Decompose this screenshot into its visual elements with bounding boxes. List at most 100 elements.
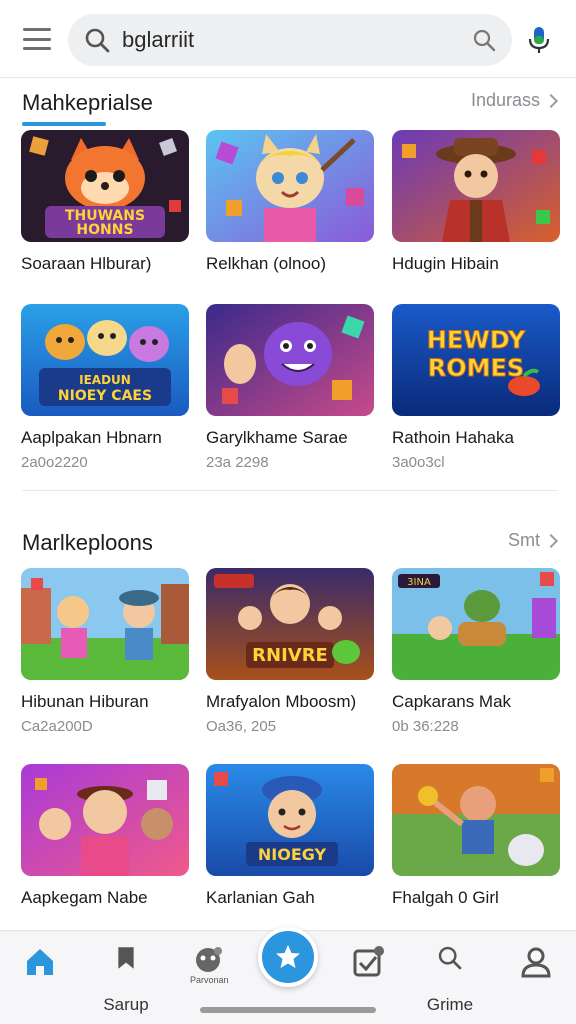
menu-button[interactable] [20,24,54,54]
friends-game-art [21,764,189,876]
game-card[interactable]: Fhalgah 0 Girl [392,764,560,908]
section-more-label: Smt [507,530,540,550]
game-card[interactable]: Relkhan (olnoo) [206,130,374,274]
game-title: Hibunan Hiburan [21,692,149,711]
art-subtitle: HONNS [76,222,133,238]
game-title: Rathoin Hahaka [392,428,514,447]
game-title: Capkarans Mak [392,692,512,711]
menu-icon-line [23,37,51,41]
home-icon [27,949,53,975]
chevron-right-icon [543,533,559,548]
game-title: Fhalgah 0 Girl [392,888,499,907]
game-thumbnail [392,764,560,876]
art-subtitle: NIOEY CAES [58,388,152,404]
art-subtitle: ROMES [428,354,524,382]
nav-item-home[interactable] [10,939,70,1015]
game-thumbnail: NIOEGY [206,764,374,876]
chevron-right-icon [543,93,559,108]
game-card[interactable]: Hibunan Hiburan Ca2a200D [21,568,189,735]
search-icon [85,28,110,53]
game-card[interactable]: RNIVRE Mrafyalon Mboosm) Oa36, 205 [206,568,374,735]
game-thumbnail [21,764,189,876]
game-meta: 0b 36:228 [392,718,459,735]
bookmark-icon [118,947,134,969]
nav-item-bookmark[interactable]: Sarup [96,939,156,1015]
menu-icon-line [23,47,51,50]
search-icon [438,946,462,970]
home-indicator [200,1007,376,1013]
cat-game-art [206,130,374,242]
app-screen: Mahkeprialse Indurass [0,0,576,1024]
game-card[interactable]: Aapkegam Nabe [21,764,189,908]
section-title-underline [22,122,106,126]
heroes-game-art: RNIVRE [206,568,374,680]
game-meta: 3a0o3cl [392,454,445,471]
game-title: Aaplpakan Hbnarn [21,428,162,447]
game-meta: Oa36, 205 [206,718,277,735]
star-icon [276,945,300,968]
top-bar [0,0,576,78]
game-meta: Ca2a200D [21,718,93,735]
art-title: NIOEGY [258,845,327,864]
game-thumbnail: 3INA [392,568,560,680]
title-game-art: HEWDY ROMES [392,304,560,416]
game-thumbnail: THUWANS HONNS [21,130,189,242]
menu-icon-line [23,28,51,31]
game-title: Mrafyalon Mboosm) [206,692,357,711]
art-title: RNIVRE [252,645,328,666]
adventurer-game-art [392,130,560,242]
bottom-navigation: Sarup Parvonan Grime [0,927,576,1024]
cap-hero-game-art: NIOEGY [206,764,374,876]
search-input[interactable] [122,24,452,56]
kittens-game-art: IEADUN NIOEY CAES [21,304,189,416]
nav-label: Grime [426,995,474,1014]
section-more-link[interactable]: Indurass [470,90,559,111]
nav-item-games[interactable]: Parvonan [178,939,238,1015]
game-card[interactable]: Garylkhame Sarae 23a 2298 [206,304,374,471]
game-title: Karlanian Gah [206,888,315,907]
nav-label: Sarup [103,995,149,1014]
art-badge: 3INA [407,577,431,588]
game-card[interactable]: NIOEGY Karlanian Gah [206,764,374,908]
game-title: Relkhan (olnoo) [206,254,327,273]
section-more-label: Indurass [470,90,540,110]
section-more-link[interactable]: Smt [507,530,559,551]
art-title: IEADUN [79,373,131,387]
search-submit-icon[interactable] [472,28,496,52]
game-meta: 23a 2298 [206,454,269,471]
game-thumbnail [206,304,374,416]
game-thumbnail: HEWDY ROMES [392,304,560,416]
tasks-icon [353,946,384,977]
game-title: Garylkhame Sarae [206,428,348,447]
runner-game-art [392,764,560,876]
nav-item-tasks[interactable] [338,939,398,1015]
game-thumbnail [206,130,374,242]
game-thumbnail: IEADUN NIOEY CAES [21,304,189,416]
featured-button[interactable] [258,927,318,987]
game-card[interactable]: 3INA Capkarans Mak 0b 36:228 [392,568,560,735]
section-title: Marlkeploons [22,530,153,555]
mic-icon[interactable] [526,26,552,54]
game-meta: 2a0o2220 [21,454,88,471]
fox-game-art: THUWANS HONNS [21,130,189,242]
games-icon [196,947,222,972]
game-thumbnail: RNIVRE [206,568,374,680]
game-thumbnail [21,568,189,680]
nav-item-search[interactable]: Grime [420,939,480,1015]
profile-icon [521,947,551,978]
park-game-art [21,568,189,680]
game-thumbnail [392,130,560,242]
game-title: Soaraan Hlburar) [21,254,152,273]
section-title: Mahkeprialse [22,90,153,115]
nav-sub-label: Parvonan [190,975,229,985]
art-title: HEWDY [427,326,526,354]
search-bar[interactable] [68,14,512,66]
game-title: Aapkegam Nabe [21,888,148,907]
section-divider [22,490,558,491]
game-card[interactable]: IEADUN NIOEY CAES Aaplpakan Hbnarn 2a0o2… [21,304,189,471]
game-card[interactable]: Hdugin Hibain [392,130,560,274]
nav-item-profile[interactable] [506,939,566,1015]
game-card[interactable]: HEWDY ROMES Rathoin Hahaka 3a0o3cl [392,304,560,471]
game-card[interactable]: THUWANS HONNS Soaraan Hlburar) [21,130,189,274]
game-title: Hdugin Hibain [392,254,499,273]
